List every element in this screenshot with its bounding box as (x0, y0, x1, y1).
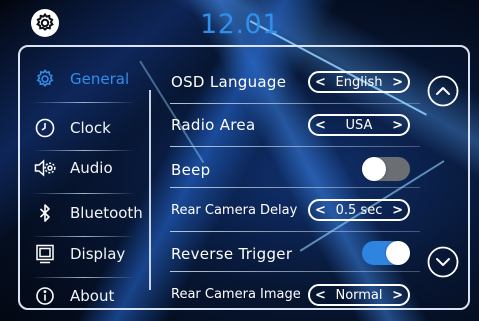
row-divider (170, 187, 420, 188)
clock-time: 12.01 (200, 9, 280, 40)
rear-camera-delay-value: 0.5 sec (335, 202, 383, 218)
sidebar-item-label: Display (70, 245, 126, 263)
rear-camera-image-selector[interactable]: < Normal > (308, 284, 410, 306)
rear-camera-delay-selector[interactable]: < 0.5 sec > (308, 199, 410, 221)
bluetooth-icon (39, 204, 50, 222)
radio-area-label: Radio Area (171, 116, 256, 134)
sidebar-item-about[interactable]: About (24, 278, 148, 314)
rear-camera-image-value: Normal (335, 287, 383, 303)
chevron-left-icon[interactable]: < (315, 119, 326, 132)
nav-divider (32, 193, 136, 194)
radio-area-row: Radio Area < USA > (160, 107, 420, 147)
clock-icon (35, 118, 55, 138)
reverse-trigger-label: Reverse Trigger (171, 245, 293, 263)
info-icon (36, 287, 54, 305)
chevron-left-icon[interactable]: < (315, 76, 326, 89)
reverse-trigger-row: Reverse Trigger (160, 232, 420, 272)
sidebar-item-label: Clock (70, 119, 111, 137)
rear-camera-delay-label: Rear Camera Delay (171, 203, 298, 218)
chevron-right-icon[interactable]: > (392, 76, 403, 89)
beep-toggle[interactable] (362, 157, 410, 181)
osd-language-selector[interactable]: < English > (308, 71, 410, 93)
row-divider (170, 103, 420, 104)
nav-divider (32, 102, 136, 103)
rear-camera-image-label: Rear Camera Image (171, 287, 301, 302)
chevron-left-icon[interactable]: < (315, 204, 326, 217)
chevron-right-icon[interactable]: > (392, 119, 403, 132)
radio-area-selector[interactable]: < USA > (308, 114, 410, 136)
gear-icon[interactable] (30, 8, 60, 38)
chevron-right-icon[interactable]: > (392, 289, 403, 302)
osd-language-label: OSD Language (171, 73, 287, 91)
panel-divider (149, 90, 151, 290)
osd-language-value: English (335, 74, 383, 90)
sidebar-item-label: Bluetooth (70, 204, 143, 222)
osd-language-row: OSD Language < English > (160, 64, 420, 104)
rear-camera-image-row: Rear Camera Image < Normal > (160, 277, 420, 317)
beep-label: Beep (171, 161, 211, 179)
toggle-knob (386, 241, 410, 265)
sidebar-item-label: General (70, 70, 130, 88)
chevron-down-icon[interactable] (427, 246, 459, 278)
row-divider (170, 271, 420, 272)
chevron-left-icon[interactable]: < (315, 289, 326, 302)
row-divider (170, 146, 420, 147)
chevron-right-icon[interactable]: > (392, 204, 403, 217)
toggle-knob (362, 157, 386, 181)
sidebar-item-bluetooth[interactable]: Bluetooth (24, 195, 148, 231)
sidebar-item-clock[interactable]: Clock (24, 110, 148, 146)
sidebar-item-label: Audio (70, 159, 113, 177)
sidebar-item-general[interactable]: General (24, 61, 148, 97)
rear-camera-delay-row: Rear Camera Delay < 0.5 sec > (160, 192, 420, 232)
chevron-up-icon[interactable] (427, 75, 459, 107)
sidebar-item-audio[interactable]: Audio (24, 150, 148, 186)
radio-area-value: USA (345, 117, 373, 133)
beep-row: Beep (160, 148, 420, 188)
gear-icon (36, 69, 54, 87)
display-icon (36, 244, 54, 264)
sidebar-item-display[interactable]: Display (24, 236, 148, 272)
sidebar-item-label: About (70, 287, 115, 305)
reverse-trigger-toggle[interactable] (362, 241, 410, 265)
speaker-icon (34, 159, 56, 177)
